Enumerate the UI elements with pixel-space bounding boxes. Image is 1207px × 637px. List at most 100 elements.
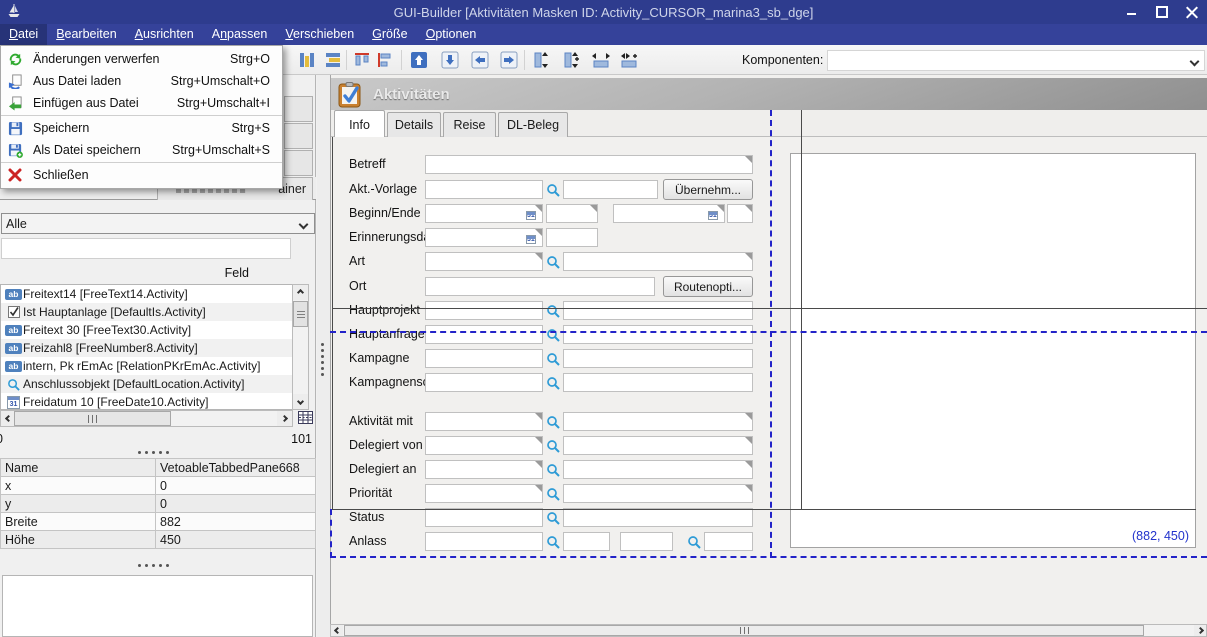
aktivitaet-mit-input[interactable] <box>425 412 543 431</box>
kampagne-input[interactable] <box>425 349 543 368</box>
search-icon[interactable] <box>545 350 560 367</box>
scroll-up-button[interactable] <box>293 285 308 300</box>
palette-button-partial[interactable] <box>284 150 313 176</box>
anlass2-input[interactable] <box>620 532 673 551</box>
tab-info[interactable]: Info <box>334 110 385 137</box>
menu-ausrichten[interactable]: Ausrichten <box>126 24 203 45</box>
vertical-splitter-handle[interactable] <box>321 343 324 376</box>
search-icon[interactable] <box>545 533 560 550</box>
count-right: 101 <box>291 432 312 446</box>
list-item[interactable]: ab Freizahl8 [FreeNumber8.Activity] <box>1 339 292 357</box>
delegiert-von-text[interactable] <box>563 436 753 455</box>
art-input[interactable] <box>425 252 543 271</box>
table-view-button[interactable] <box>296 408 315 427</box>
search-icon[interactable] <box>545 181 560 198</box>
field-search-input[interactable] <box>1 238 291 259</box>
list-item[interactable]: Anschlussobjekt [DefaultLocation.Activit… <box>1 375 292 393</box>
menu-datei[interactable]: Datei <box>0 24 47 45</box>
scrollbar-thumb[interactable] <box>293 301 308 327</box>
calendar-icon[interactable]: 31 <box>526 206 541 221</box>
scroll-right-button[interactable] <box>277 411 292 426</box>
kampagne-text[interactable] <box>563 349 753 368</box>
betreff-input[interactable] <box>425 155 753 174</box>
table-row[interactable]: y0 <box>1 495 316 513</box>
menu-item-aus-datei-laden[interactable]: Aus Datei laden Strg+Umschalt+O <box>1 70 282 92</box>
field-list-horizontal-scrollbar[interactable] <box>0 410 293 427</box>
akt-vorlage-input[interactable] <box>425 180 543 199</box>
search-icon[interactable] <box>545 413 560 430</box>
hauptprojekt-input[interactable] <box>425 301 543 320</box>
art-text[interactable] <box>563 252 753 271</box>
beginn-time-input[interactable] <box>546 204 598 223</box>
status-input[interactable] <box>425 508 543 527</box>
scroll-down-button[interactable] <box>293 394 308 409</box>
routenoptimierung-button[interactable]: Routenopti... <box>663 276 753 297</box>
scroll-left-button[interactable] <box>331 625 343 636</box>
calendar-icon[interactable]: 31 <box>708 206 723 221</box>
erinnerung-time-input[interactable] <box>546 228 598 247</box>
palette-button-partial[interactable] <box>284 123 313 149</box>
search-icon[interactable] <box>545 302 560 319</box>
search-icon[interactable] <box>545 461 560 478</box>
scrollbar-thumb[interactable] <box>14 411 171 426</box>
delegiert-von-input[interactable] <box>425 436 543 455</box>
hauptanfrage-text[interactable] <box>563 325 753 344</box>
calendar-icon[interactable]: 31 <box>526 230 541 245</box>
anlass2-text[interactable] <box>704 532 753 551</box>
search-icon[interactable] <box>545 437 560 454</box>
akt-vorlage-text[interactable] <box>563 180 658 199</box>
aktivitaet-mit-text[interactable] <box>563 412 753 431</box>
hauptanfrage-input[interactable] <box>425 325 543 344</box>
search-icon[interactable] <box>545 374 560 391</box>
table-row[interactable]: Höhe450 <box>1 531 316 549</box>
field-list: ab Freitext14 [FreeText14.Activity] Ist … <box>0 284 292 410</box>
search-icon[interactable] <box>545 509 560 526</box>
hauptprojekt-text[interactable] <box>563 301 753 320</box>
field-label: Kampagne <box>349 351 409 365</box>
prioritaet-text[interactable] <box>563 484 753 503</box>
vertical-splitter[interactable] <box>317 75 330 637</box>
horizontal-splitter-handle[interactable] <box>138 564 169 567</box>
list-item[interactable]: ab Freitext14 [FreeText14.Activity] <box>1 285 292 303</box>
ende-time-input[interactable] <box>727 204 753 223</box>
list-item[interactable]: Ist Hauptanlage [DefaultIs.Activity] <box>1 303 292 321</box>
list-item[interactable]: ab Freitext 30 [FreeText30.Activity] <box>1 321 292 339</box>
kampagnenschritt-text[interactable] <box>563 373 753 392</box>
prioritaet-input[interactable] <box>425 484 543 503</box>
scrollbar-thumb[interactable] <box>344 625 1144 636</box>
ort-input[interactable] <box>425 277 655 296</box>
uebernehmen-button[interactable]: Übernehm... <box>663 179 753 200</box>
field-list-vertical-scrollbar[interactable] <box>292 284 309 410</box>
kampagnenschritt-input[interactable] <box>425 373 543 392</box>
search-icon[interactable] <box>545 485 560 502</box>
menu-item-schliessen[interactable]: Schließen <box>1 164 282 186</box>
menu-item-als-datei-speichern[interactable]: Als Datei speichern Strg+Umschalt+S <box>1 139 282 161</box>
search-icon[interactable] <box>545 253 560 270</box>
scroll-right-button[interactable] <box>1194 625 1206 636</box>
anlass-input[interactable] <box>425 532 543 551</box>
search-icon[interactable] <box>545 326 560 343</box>
delegiert-an-input[interactable] <box>425 460 543 479</box>
menu-anpassen[interactable]: Anpassen <box>203 24 277 45</box>
menu-item-aenderungen-verwerfen[interactable]: Änderungen verwerfen Strg+O <box>1 48 282 70</box>
menu-item-speichern[interactable]: Speichern Strg+S <box>1 117 282 139</box>
palette-button-partial[interactable] <box>284 96 313 122</box>
list-item[interactable]: ab intern, Pk rEmAc [RelationPKrEmAc.Act… <box>1 357 292 375</box>
tab-dl-beleg[interactable]: DL-Beleg <box>498 112 568 137</box>
list-item[interactable]: 31 Freidatum 10 [FreeDate10.Activity] <box>1 393 292 411</box>
horizontal-splitter-handle[interactable] <box>138 451 169 454</box>
menu-item-einfuegen-aus-datei[interactable]: Einfügen aus Datei Strg+Umschalt+I <box>1 92 282 114</box>
delegiert-an-text[interactable] <box>563 460 753 479</box>
anlass-text[interactable] <box>563 532 610 551</box>
search-icon[interactable] <box>686 533 701 550</box>
table-row[interactable]: NameVetoableTabbedPane668 <box>1 459 316 477</box>
table-row[interactable]: x0 <box>1 477 316 495</box>
table-row[interactable]: Breite882 <box>1 513 316 531</box>
tab-reise[interactable]: Reise <box>443 112 496 137</box>
designer-horizontal-scrollbar[interactable] <box>330 624 1207 637</box>
tab-details[interactable]: Details <box>387 112 441 137</box>
status-text[interactable] <box>563 508 753 527</box>
field-filter-combobox[interactable]: Alle <box>1 213 315 234</box>
align-columns-button[interactable] <box>295 48 319 72</box>
menu-bearbeiten[interactable]: Bearbeiten <box>47 24 125 45</box>
